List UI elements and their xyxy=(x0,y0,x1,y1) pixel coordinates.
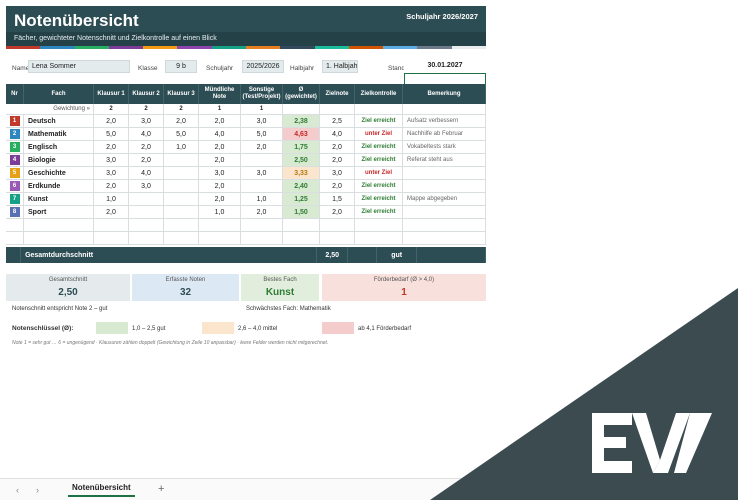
spreadsheet-sheet: Notenübersicht Schuljahr 2026/2027 Fäche… xyxy=(0,0,738,500)
decorative-overlay xyxy=(430,288,738,500)
